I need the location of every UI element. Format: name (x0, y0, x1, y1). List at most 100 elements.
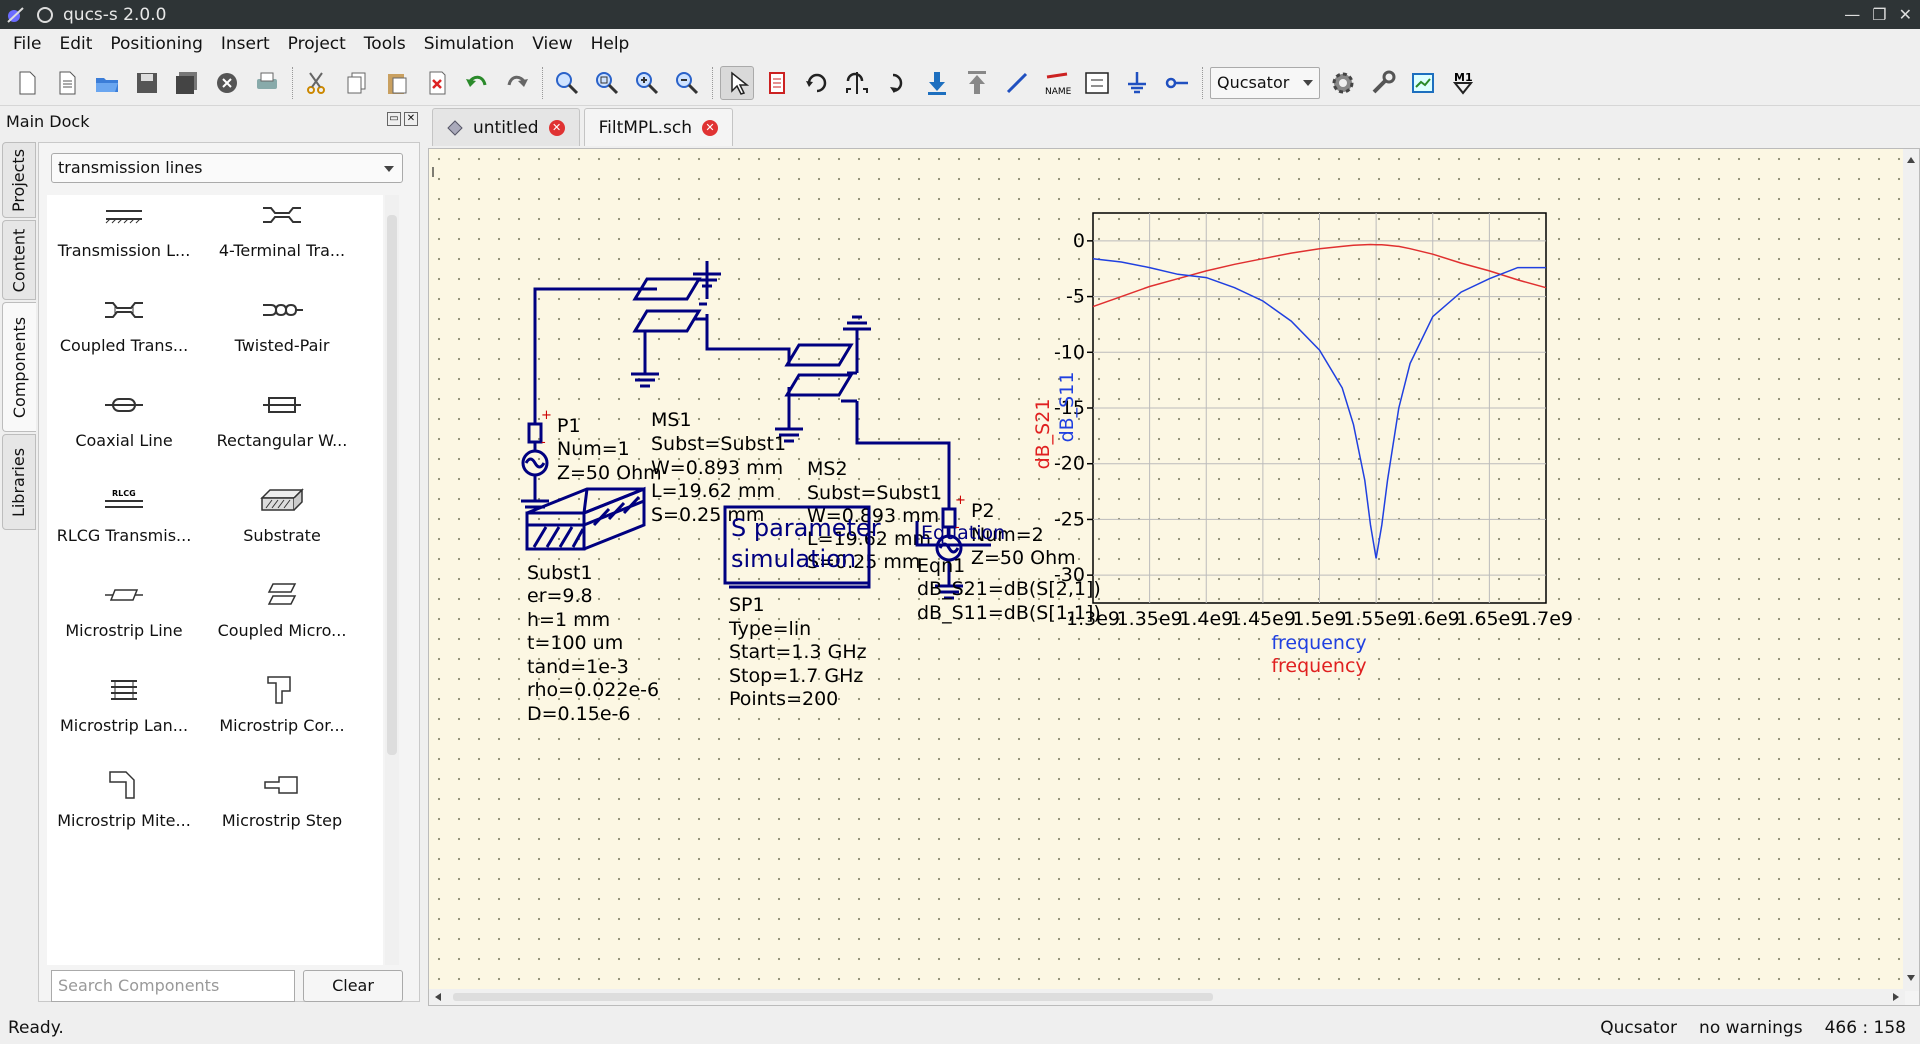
menu-tools[interactable]: Tools (355, 34, 415, 54)
view-dpl-icon[interactable] (1406, 66, 1440, 100)
wire-icon[interactable] (1000, 66, 1034, 100)
list-item-label: Rectangular W... (216, 431, 348, 450)
close-icon[interactable] (210, 66, 244, 100)
zoom-fit-icon[interactable] (550, 66, 584, 100)
category-select[interactable]: transmission lines (51, 153, 403, 183)
equation-icon[interactable] (1080, 66, 1114, 100)
maximize-icon[interactable]: ❐ (1872, 5, 1886, 24)
zoom-select-icon[interactable] (590, 66, 624, 100)
menu-view[interactable]: View (523, 34, 581, 54)
close-tab-icon[interactable]: ✕ (702, 119, 719, 136)
canvas-horizontal-scrollbar[interactable] (429, 989, 1905, 1005)
search-components-input[interactable]: Search Components (51, 970, 295, 1002)
minimize-icon[interactable]: — (1844, 5, 1860, 24)
svg-text:RLCG: RLCG (112, 489, 136, 498)
equation-block[interactable]: Equation (915, 521, 1005, 547)
simulate-icon[interactable] (1326, 66, 1360, 100)
window-menu-icon[interactable] (37, 6, 53, 23)
y-axis-label: dB_S11 (1056, 372, 1078, 443)
svg-text:-: - (541, 435, 546, 450)
copy-icon[interactable] (340, 66, 374, 100)
marker-icon[interactable]: M1 (1446, 66, 1480, 100)
tab-untitled[interactable]: untitled ✕ (432, 108, 580, 146)
print-icon[interactable] (250, 66, 284, 100)
open-icon[interactable] (90, 66, 124, 100)
list-item[interactable]: Transmission L... (49, 195, 199, 275)
component-list-scrollbar[interactable] (385, 195, 399, 965)
new-text-icon[interactable] (50, 66, 84, 100)
push-down-icon[interactable] (920, 66, 954, 100)
menu-positioning[interactable]: Positioning (101, 34, 211, 54)
eqn-name: Eqn1 (917, 555, 965, 577)
list-item[interactable]: Microstrip Line (49, 575, 199, 655)
list-item[interactable]: RLCG RLCG Transmis... (49, 480, 199, 560)
sim-prop: Start=1.3 GHz (729, 641, 867, 663)
new-file-icon[interactable] (10, 66, 44, 100)
tab-libraries[interactable]: Libraries (2, 434, 36, 530)
tab-filtmpl[interactable]: FiltMPL.sch ✕ (583, 108, 734, 146)
list-item[interactable]: Substrate (207, 480, 357, 560)
microstrip-lange-icon (49, 670, 199, 710)
dock-close-icon[interactable]: ✕ (404, 112, 418, 126)
twisted-pair-icon (207, 290, 357, 330)
mirror-icon[interactable] (840, 66, 874, 100)
list-item[interactable]: Microstrip Mite... (49, 765, 199, 845)
list-item[interactable]: Rectangular W... (207, 385, 357, 465)
list-item[interactable]: 4-Terminal Tra... (207, 195, 357, 275)
x-axis-label: frequency (1271, 632, 1366, 654)
port-icon[interactable] (1160, 66, 1194, 100)
paste-icon[interactable] (380, 66, 414, 100)
tab-components[interactable]: Components (2, 302, 36, 432)
zoom-in-icon[interactable] (630, 66, 664, 100)
save-all-icon[interactable] (170, 66, 204, 100)
menu-help[interactable]: Help (582, 34, 639, 54)
delete-icon[interactable] (420, 66, 454, 100)
list-item-label: RLCG Transmis... (56, 526, 192, 545)
clear-button[interactable]: Clear (303, 970, 403, 1002)
go-into-icon[interactable] (880, 66, 914, 100)
list-item[interactable]: Microstrip Step (207, 765, 357, 845)
menu-bar: File Edit Positioning Insert Project Too… (0, 29, 1920, 59)
label-icon[interactable]: NAME (1040, 66, 1074, 100)
simulator-select[interactable]: Qucsator (1210, 66, 1320, 99)
subst-prop: h=1 mm (527, 609, 610, 631)
list-item[interactable]: Twisted-Pair (207, 290, 357, 370)
select-icon[interactable] (720, 65, 754, 100)
menu-project[interactable]: Project (279, 34, 355, 54)
menu-edit[interactable]: Edit (50, 34, 101, 54)
menu-insert[interactable]: Insert (212, 34, 279, 54)
zoom-out-icon[interactable] (670, 66, 704, 100)
tab-content[interactable]: Content (2, 220, 36, 300)
list-item[interactable]: Microstrip Cor... (207, 670, 357, 750)
x-tick-label: 1.6e9 (1406, 608, 1460, 630)
undo-icon[interactable] (460, 66, 494, 100)
dock-float-icon[interactable]: ▭ (387, 112, 401, 126)
menu-simulation[interactable]: Simulation (415, 34, 524, 54)
list-item[interactable]: Coupled Micro... (207, 575, 357, 655)
pop-up-icon[interactable] (960, 66, 994, 100)
deactivate-icon[interactable] (760, 66, 794, 100)
rotate-icon[interactable] (800, 66, 834, 100)
tab-projects-label: Projects (9, 148, 29, 212)
window-title: qucs-s 2.0.0 (63, 4, 167, 25)
app-icon (3, 2, 29, 28)
ms2-prop: Subst=Subst1 (807, 482, 942, 504)
menu-file[interactable]: File (4, 34, 50, 54)
cut-icon[interactable] (300, 66, 334, 100)
close-window-icon[interactable]: ✕ (1899, 5, 1912, 24)
save-icon[interactable] (130, 66, 164, 100)
dock-title: Main Dock (6, 112, 90, 131)
close-tab-icon[interactable]: ✕ (548, 119, 565, 136)
redo-icon[interactable] (500, 66, 534, 100)
list-item[interactable]: Microstrip Lan... (49, 670, 199, 750)
list-item[interactable]: Coupled Trans... (49, 290, 199, 370)
tab-projects[interactable]: Projects (2, 142, 36, 218)
ground-icon[interactable] (1120, 66, 1154, 100)
scrollbar-thumb[interactable] (387, 215, 397, 755)
list-item[interactable]: Coaxial Line (49, 385, 199, 465)
canvas-vertical-scrollbar[interactable] (1903, 149, 1919, 991)
p1-name: P1 (557, 415, 581, 437)
schematic-canvas[interactable]: + - + - P1 Num=1 Z=50 Ohm MS1 Subst=Subs… (428, 148, 1920, 1006)
settings-icon[interactable] (1366, 66, 1400, 100)
x-tick-label: 1.65e9 (1456, 608, 1522, 630)
